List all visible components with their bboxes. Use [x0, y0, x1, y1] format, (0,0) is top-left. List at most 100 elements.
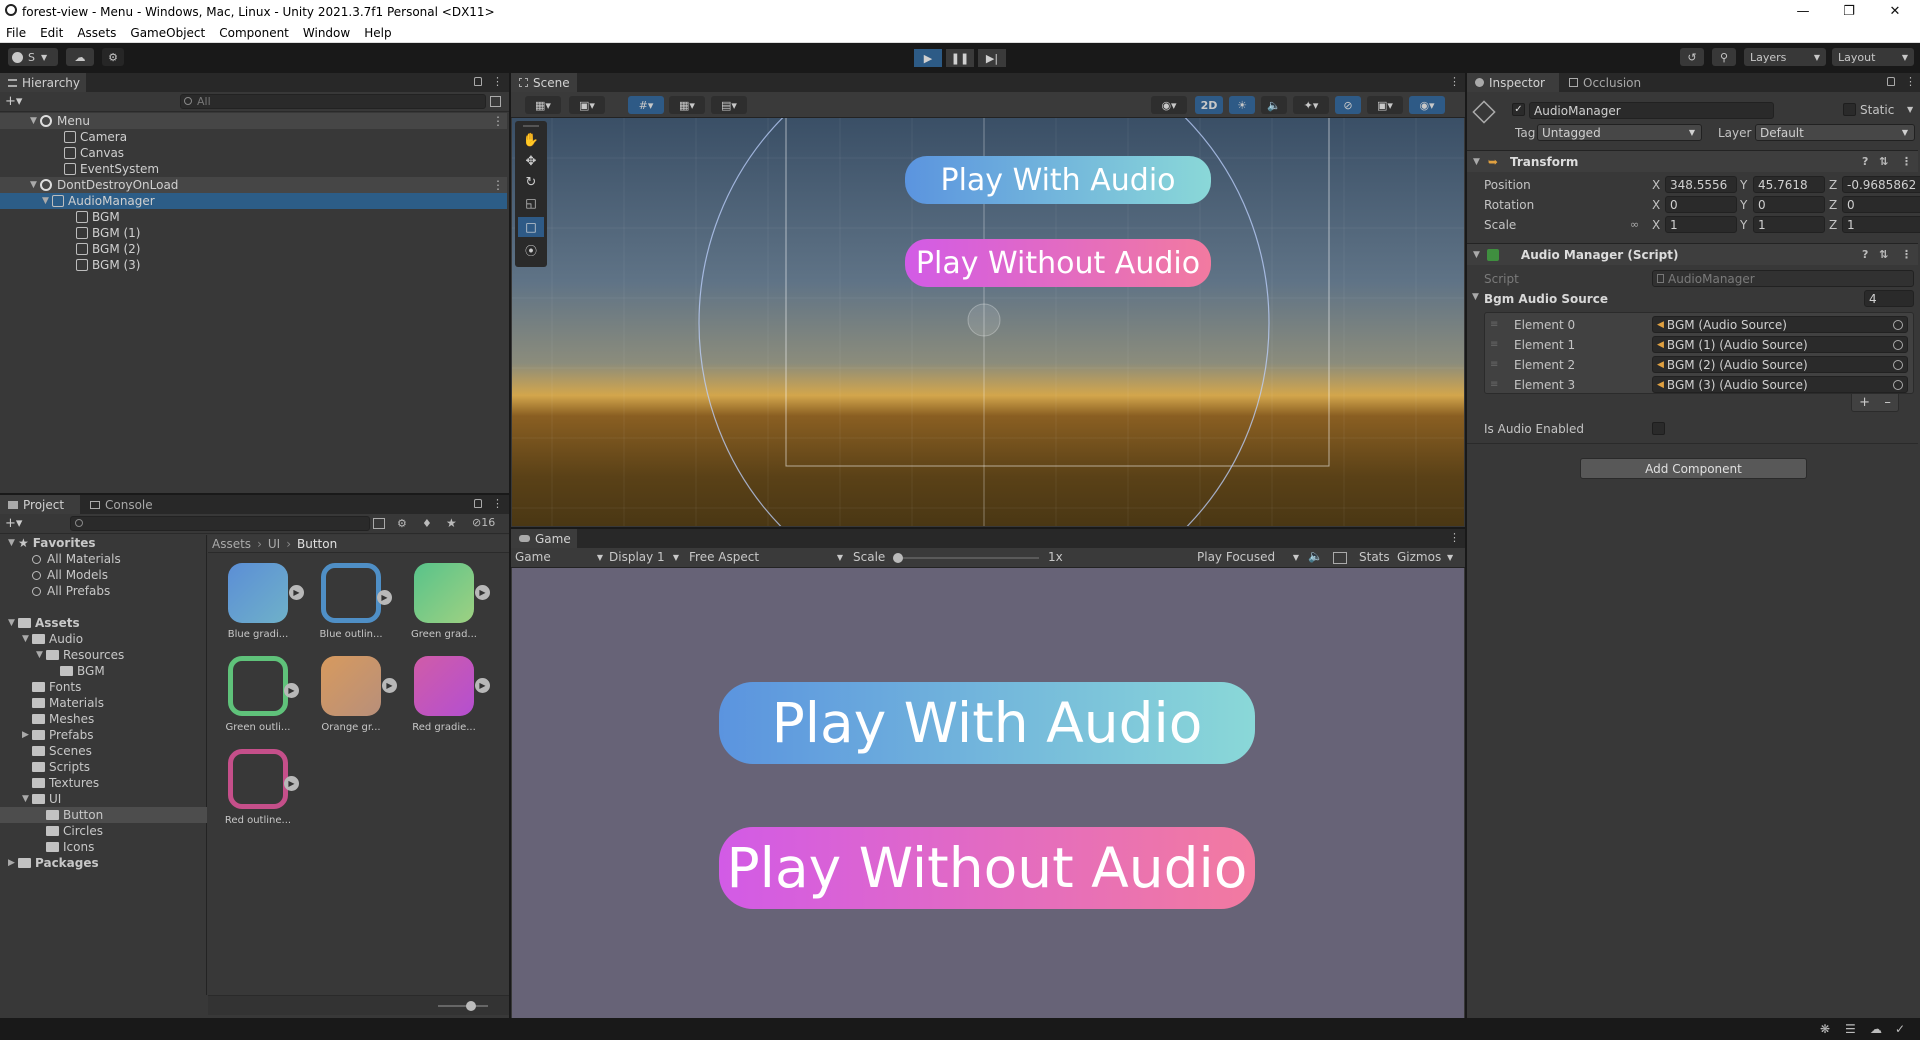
axis-z-label[interactable]: Z [1829, 178, 1837, 192]
chevron-down-icon[interactable]: ▼ [1447, 553, 1453, 562]
maximize-button[interactable]: ❐ [1826, 0, 1872, 23]
step-button[interactable]: ▶| [978, 49, 1006, 67]
audio-manager-header[interactable]: ▼ Audio Manager (Script) ? ⇅ ⋮ [1467, 243, 1918, 265]
object-name-field[interactable]: AudioManager [1529, 102, 1774, 119]
play-without-audio-button[interactable]: Play Without Audio [719, 827, 1255, 909]
lock-icon[interactable] [474, 77, 482, 86]
lock-icon[interactable] [474, 499, 482, 508]
position-x-field[interactable]: 348.5556 [1665, 176, 1737, 193]
project-folder-item[interactable]: Meshes [0, 711, 207, 727]
list-size-field[interactable]: 4 [1864, 290, 1914, 307]
project-folder-item[interactable]: ▼ UI [0, 791, 207, 807]
play-focused-dropdown[interactable]: Play Focused ▼ [1197, 550, 1299, 566]
foldout-arrow-icon[interactable]: ▼ [30, 180, 40, 190]
hierarchy-scene-row[interactable]: ▼ Menu ⋮ [0, 113, 507, 129]
foldout-arrow-icon[interactable]: ▶ [22, 730, 32, 740]
orientation-dropdown[interactable]: ◉▾ [1151, 96, 1187, 114]
project-folder-item[interactable]: Fonts [0, 679, 207, 695]
cache-server-icon[interactable]: ☁ [1870, 1022, 1882, 1036]
project-search-input[interactable] [70, 516, 370, 531]
menu-edit[interactable]: Edit [40, 26, 63, 40]
project-folder-item[interactable]: BGM [0, 663, 207, 679]
icon-size-slider[interactable] [438, 1005, 488, 1007]
tab-game[interactable]: Game [511, 529, 577, 548]
rect-tool-icon[interactable]: □ [518, 217, 544, 237]
tab-inspector[interactable]: Inspector [1467, 73, 1559, 92]
more-options-icon[interactable]: ⋮ [1905, 76, 1916, 88]
create-asset-button[interactable]: +▾ [5, 516, 33, 531]
rotation-z-field[interactable]: 0 [1842, 196, 1920, 213]
axis-y-label[interactable]: Y [1740, 178, 1747, 192]
position-y-field[interactable]: 45.7618 [1753, 176, 1825, 193]
project-folder-item[interactable]: Materials [0, 695, 207, 711]
grid-plane-button[interactable]: ▤▾ [711, 96, 747, 114]
minimize-button[interactable]: — [1780, 0, 1826, 23]
axis-z-label[interactable]: Z [1829, 198, 1837, 212]
create-add-button[interactable]: +▾ [5, 94, 33, 109]
gizmos-button[interactable]: Gizmos [1397, 550, 1441, 564]
static-checkbox[interactable] [1843, 103, 1856, 116]
foldout-arrow-icon[interactable]: ▼ [22, 634, 32, 644]
more-options-icon[interactable]: ⋮ [1901, 248, 1912, 261]
foldout-arrow-icon[interactable]: ▼ [1472, 292, 1479, 302]
search-icon[interactable]: ⚲ [1712, 48, 1736, 66]
mute-audio-icon[interactable]: 🔈 [1308, 549, 1323, 563]
project-folder-item[interactable]: ▼ Resources [0, 647, 207, 663]
scene-visibility-icon[interactable] [490, 96, 501, 107]
more-options-icon[interactable]: ⋮ [492, 114, 504, 128]
favorite-star-icon[interactable]: ★ [446, 516, 458, 530]
tab-occlusion[interactable]: Occlusion [1561, 73, 1657, 92]
breadcrumb-ui[interactable]: UI [268, 537, 280, 551]
axis-y-label[interactable]: Y [1740, 218, 1747, 232]
scale-z-field[interactable]: 1 [1842, 216, 1920, 233]
move-tool-icon[interactable]: ✥ [521, 154, 541, 172]
rotate-tool-icon[interactable]: ↻ [521, 175, 541, 193]
scene-visibility-icon[interactable]: ⊘ [1335, 96, 1361, 114]
drag-handle-icon[interactable]: ≡ [1490, 379, 1498, 390]
project-folder-item[interactable]: ▶ Prefabs [0, 727, 207, 743]
more-options-icon[interactable]: ⋮ [1449, 76, 1460, 88]
axis-x-label[interactable]: X [1652, 198, 1660, 212]
axis-z-label[interactable]: Z [1829, 218, 1837, 232]
close-button[interactable]: ✕ [1872, 0, 1918, 23]
object-picker-icon[interactable] [1893, 319, 1903, 330]
project-folder-item[interactable]: ▼ Assets [0, 615, 207, 631]
expand-arrow-icon[interactable]: ▶ [382, 678, 397, 693]
expand-arrow-icon[interactable]: ▶ [475, 678, 490, 693]
snap-increment-button[interactable]: ▦▾ [669, 96, 705, 114]
more-options-icon[interactable]: ⋮ [1449, 532, 1460, 544]
project-folder-item[interactable]: Button [0, 807, 207, 823]
layers-dropdown[interactable]: Layers ▼ [1744, 48, 1826, 66]
component-enabled-checkbox[interactable] [1504, 248, 1517, 261]
bug-icon[interactable]: ❋ [1820, 1022, 1830, 1036]
hierarchy-row[interactable]: BGM (3) [0, 257, 507, 273]
add-component-button[interactable]: Add Component [1580, 458, 1807, 479]
expand-arrow-icon[interactable]: ▶ [284, 776, 299, 791]
collab-icon[interactable]: ⚙ [102, 48, 124, 66]
help-icon[interactable]: ? [1862, 248, 1868, 261]
scene-play-without-audio-button[interactable]: Play Without Audio [905, 239, 1211, 287]
audio-source-object-field[interactable]: ◀ BGM (Audio Source) [1652, 316, 1908, 333]
object-picker-icon[interactable] [1893, 339, 1903, 350]
audio-toggle-icon[interactable]: 🔈 [1261, 96, 1287, 114]
tab-hierarchy[interactable]: Hierarchy [0, 73, 86, 92]
more-options-icon[interactable]: ⋮ [492, 76, 503, 88]
tab-scene[interactable]: Scene [511, 73, 577, 92]
tag-dropdown[interactable]: Untagged ▼ [1537, 124, 1702, 141]
label-icon[interactable]: ♦ [422, 517, 434, 530]
layout-dropdown[interactable]: Layout ▼ [1832, 48, 1914, 66]
hierarchy-search-input[interactable]: All [180, 94, 486, 109]
audio-source-object-field[interactable]: ◀ BGM (2) (Audio Source) [1652, 356, 1908, 373]
constrain-proportions-icon[interactable]: ∞ [1630, 218, 1639, 231]
scene-viewport[interactable]: Play With Audio Play Without Audio ✋ ✥ ↻… [512, 118, 1464, 526]
account-dropdown[interactable]: S ▼ [8, 48, 58, 66]
game-view-dropdown[interactable]: Game ▼ [515, 550, 603, 566]
active-checkbox[interactable]: ✓ [1512, 103, 1525, 116]
hierarchy-row[interactable]: BGM (1) [0, 225, 507, 241]
stats-button[interactable]: Stats [1359, 550, 1390, 564]
foldout-arrow-icon[interactable]: ▼ [8, 538, 18, 548]
scene-play-with-audio-button[interactable]: Play With Audio [905, 156, 1211, 204]
shading-dropdown[interactable]: ▣▾ [569, 96, 605, 114]
play-button[interactable]: ▶ [914, 49, 942, 67]
foldout-arrow-icon[interactable]: ▼ [22, 794, 32, 804]
